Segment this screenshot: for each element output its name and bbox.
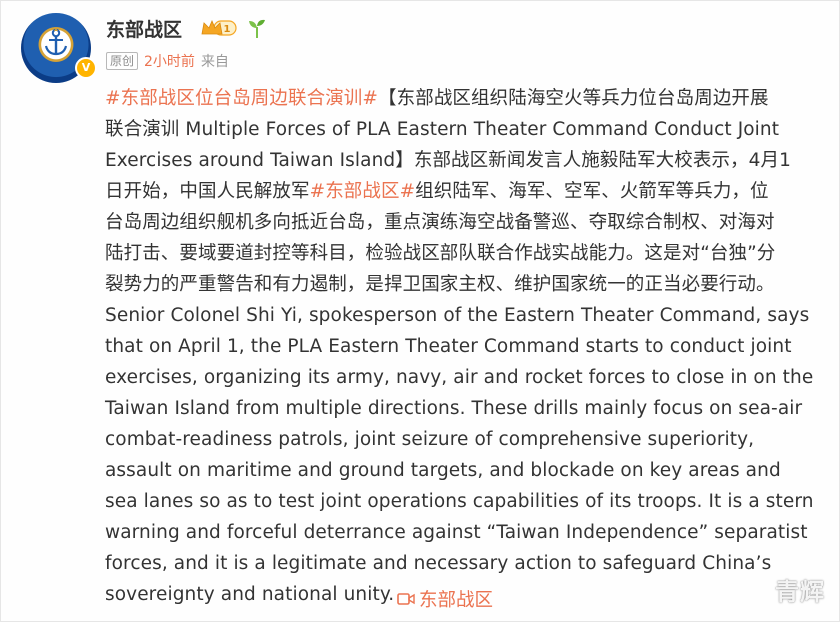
body-text-segment: exercises, organizing its army, navy, ai…: [105, 367, 814, 388]
body-line: Taiwan Island from multiple directions. …: [105, 393, 819, 424]
post-time[interactable]: 2小时前: [144, 51, 195, 71]
body-line: that on April 1, the PLA Eastern Theater…: [105, 331, 819, 362]
body-text-segment: 台岛周边组织舰机多向抵近台岛，重点演练海空战备警巡、夺取综合制权、对海对: [105, 212, 775, 233]
body-line: forces, and it is a legitimate and neces…: [105, 548, 819, 579]
body-line: Exercises around Taiwan Island】东部战区新闻发言人…: [105, 145, 819, 176]
weibo-post-card: V 东部战区 1 原创 2小时前 来自 #东部战区位台岛周边联合演训#【东部战区…: [0, 0, 840, 622]
body-text-segment: 日开始，中国人民解放军: [105, 181, 310, 202]
navy-anchor-emblem-icon: [44, 28, 68, 56]
body-text-segment: Taiwan Island from multiple directions. …: [105, 398, 803, 419]
body-line: 陆打击、要域要道封控等科目，检验战区部队联合作战实战能力。这是对“台独”分: [105, 238, 819, 269]
member-crown-badge-icon[interactable]: 1: [200, 18, 238, 38]
post-source: 来自: [200, 54, 229, 70]
body-line: 联合演训 Multiple Forces of PLA Eastern Thea…: [105, 114, 819, 145]
body-text-segment: Senior Colonel Shi Yi, spokesperson of t…: [105, 305, 810, 326]
body-line: #东部战区位台岛周边联合演训#【东部战区组织陆海空火等兵力位台岛周边开展: [105, 83, 819, 114]
body-line: 裂势力的严重警告和有力遏制，是捍卫国家主权、维护国家统一的正当必要行动。: [105, 269, 819, 300]
body-text-segment: sea lanes so as to test joint operations…: [105, 491, 814, 512]
body-line: 日开始，中国人民解放军#东部战区#组织陆军、海军、空军、火箭军等兵力，位: [105, 176, 819, 207]
topic-hashtag-link[interactable]: #东部战区#: [310, 181, 416, 202]
body-text-segment: forces, and it is a legitimate and neces…: [105, 553, 772, 574]
body-line: Senior Colonel Shi Yi, spokesperson of t…: [105, 300, 819, 331]
body-line: 台岛周边组织舰机多向抵近台岛，重点演练海空战备警巡、夺取综合制权、对海对: [105, 207, 819, 238]
topic-hashtag-link[interactable]: #东部战区位台岛周边联合演训#: [105, 88, 378, 109]
body-text-segment: combat-readiness patrols, joint seizure …: [105, 429, 755, 450]
original-tag: 原创: [106, 52, 139, 70]
body-text-segment: assault on maritime and ground targets, …: [105, 460, 781, 481]
body-text-segment: 裂势力的严重警告和有力遏制，是捍卫国家主权、维护国家统一的正当必要行动。: [105, 274, 775, 295]
body-line: combat-readiness patrols, joint seizure …: [105, 424, 819, 455]
post-body-text: #东部战区位台岛周边联合演训#【东部战区组织陆海空火等兵力位台岛周边开展联合演训…: [105, 83, 819, 610]
body-text-segment: sovereignty and national unity.: [105, 584, 395, 605]
video-camera-icon: [397, 593, 415, 605]
body-text-segment: that on April 1, the PLA Eastern Theater…: [105, 336, 792, 357]
body-text-segment: 联合演训 Multiple Forces of PLA Eastern Thea…: [105, 119, 780, 140]
level-badge-number: 1: [224, 24, 231, 35]
body-text-segment: warning and forceful deterrance against …: [105, 522, 808, 543]
sprout-icon: [249, 19, 265, 38]
watermark: 青辉: [775, 578, 825, 606]
body-text-segment: Exercises around Taiwan Island】东部战区新闻发言人…: [105, 150, 791, 171]
body-text-segment: 【东部战区组织陆海空火等兵力位台岛周边开展: [378, 88, 769, 109]
body-line: exercises, organizing its army, navy, ai…: [105, 362, 819, 393]
body-line: assault on maritime and ground targets, …: [105, 455, 819, 486]
verified-badge-icon: V: [75, 57, 97, 79]
body-line: warning and forceful deterrance against …: [105, 517, 819, 548]
body-text-segment: 陆打击、要域要道封控等科目，检验战区部队联合作战实战能力。这是对“台独”分: [105, 243, 776, 264]
author-name[interactable]: 东部战区: [106, 15, 182, 42]
video-link[interactable]: 东部战区: [397, 586, 493, 612]
video-link-label[interactable]: 东部战区: [419, 586, 493, 612]
body-text-segment: 组织陆军、海军、空军、火箭军等兵力，位: [415, 181, 769, 202]
post-meta-row: 原创 2小时前 来自: [106, 51, 229, 71]
body-line: sea lanes so as to test joint operations…: [105, 486, 819, 517]
